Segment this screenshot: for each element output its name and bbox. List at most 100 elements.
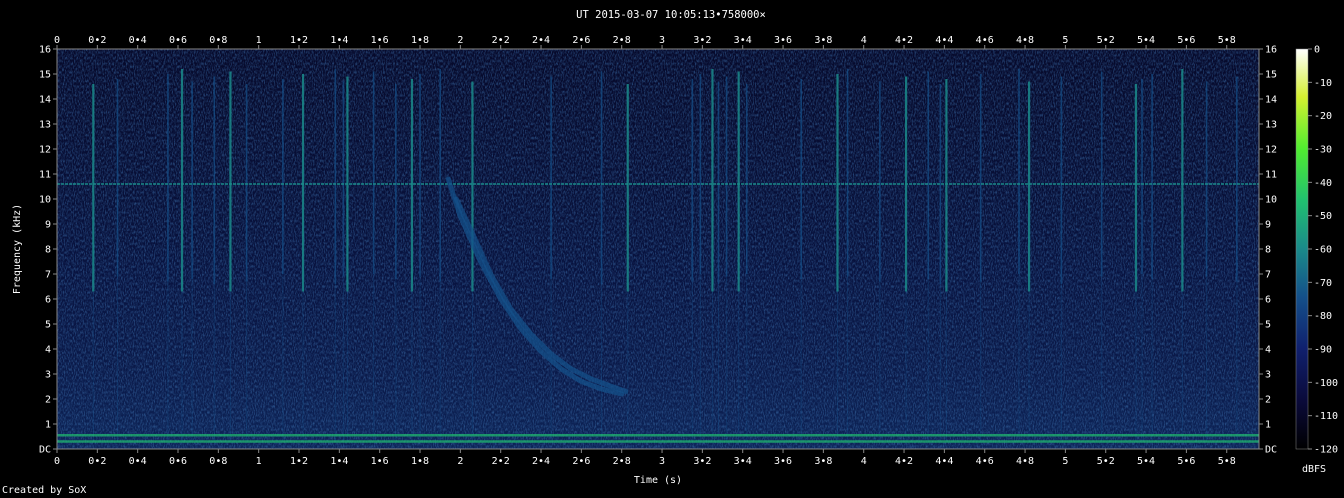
y-tick-label-left: 15 <box>39 70 51 81</box>
x-tick-label-top: 1 <box>256 35 262 46</box>
y-tick-label-right: 15 <box>1265 70 1277 81</box>
y-tick-label-right: 14 <box>1265 95 1277 106</box>
x-tick-label-bottom: 2•4 <box>532 456 550 467</box>
y-tick-label-left: 7 <box>45 270 51 281</box>
y-axis-label: Frequency (kHz) <box>12 204 23 294</box>
colorbar-tick-label: -120 <box>1314 445 1338 456</box>
x-tick-label-top: 3 <box>659 35 665 46</box>
y-tick-label-left: 16 <box>39 45 51 56</box>
x-tick-label-top: 4 <box>861 35 867 46</box>
x-tick-label-top: 2 <box>457 35 463 46</box>
x-tick-label-bottom: 3•6 <box>774 456 792 467</box>
y-tick-label-right: 11 <box>1265 170 1277 181</box>
x-tick-label-bottom: 0•6 <box>169 456 187 467</box>
x-tick-label-bottom: 1•2 <box>290 456 308 467</box>
plot-area <box>57 49 1259 449</box>
x-tick-label-top: 5•8 <box>1218 35 1236 46</box>
x-tick-label-top: 4•6 <box>976 35 994 46</box>
x-tick-label-bottom: 3•2 <box>693 456 711 467</box>
x-tick-label-bottom: 1•8 <box>411 456 429 467</box>
x-tick-label-top: 2•4 <box>532 35 550 46</box>
x-tick-label-top: 3•4 <box>734 35 752 46</box>
y-tick-label-left: 9 <box>45 220 51 231</box>
y-tick-label-left: 3 <box>45 370 51 381</box>
y-tick-label-right: 6 <box>1265 295 1271 306</box>
x-tick-label-top: 4•2 <box>895 35 913 46</box>
x-tick-label-bottom: 2 <box>457 456 463 467</box>
colorbar-tick-label: -50 <box>1314 211 1332 222</box>
x-axis-label: Time (s) <box>634 475 682 486</box>
x-tick-label-top: 3•2 <box>693 35 711 46</box>
x-tick-label-top: 0•4 <box>129 35 147 46</box>
x-tick-label-top: 1•6 <box>371 35 389 46</box>
x-tick-label-bottom: 2•8 <box>613 456 631 467</box>
x-tick-label-bottom: 2•6 <box>572 456 590 467</box>
x-tick-label-bottom: 0•8 <box>209 456 227 467</box>
y-tick-label-right: DC <box>1265 445 1277 456</box>
x-tick-label-bottom: 2•2 <box>492 456 510 467</box>
colorbar-tick-label: -30 <box>1314 145 1332 156</box>
x-tick-label-top: 2•6 <box>572 35 590 46</box>
y-tick-label-right: 2 <box>1265 395 1271 406</box>
x-tick-label-bottom: 1•6 <box>371 456 389 467</box>
y-tick-label-left: 11 <box>39 170 51 181</box>
x-tick-label-top: 5•4 <box>1137 35 1155 46</box>
x-tick-label-top: 0•2 <box>88 35 106 46</box>
colorbar-tick-label: -100 <box>1314 378 1338 389</box>
x-tick-label-bottom: 1 <box>256 456 262 467</box>
x-tick-label-top: 4•4 <box>935 35 953 46</box>
y-tick-label-right: 9 <box>1265 220 1271 231</box>
y-tick-label-left: 13 <box>39 120 51 131</box>
x-tick-label-top: 1•4 <box>330 35 348 46</box>
y-tick-label-left: 6 <box>45 295 51 306</box>
y-tick-label-left: 10 <box>39 195 51 206</box>
noise-texture <box>57 49 1259 449</box>
y-tick-label-left: 2 <box>45 395 51 406</box>
x-tick-label-bottom: 5 <box>1062 456 1068 467</box>
colorbar-label: dBFS <box>1302 464 1326 475</box>
x-tick-label-top: 0 <box>54 35 60 46</box>
y-tick-label-right: 5 <box>1265 320 1271 331</box>
x-tick-label-bottom: 5•4 <box>1137 456 1155 467</box>
x-tick-label-top: 1•8 <box>411 35 429 46</box>
y-tick-label-left: 1 <box>45 420 51 431</box>
y-tick-label-right: 3 <box>1265 370 1271 381</box>
spectrogram-chart: UT 2015-03-07 10:05:13•758000× 0 0 0•2 0•2 0… <box>12 9 1338 486</box>
y-tick-label-right: 16 <box>1265 45 1277 56</box>
colorbar-tick-label: -80 <box>1314 311 1332 322</box>
y-tick-label-right: 12 <box>1265 145 1277 156</box>
colorbar-tick-label: -40 <box>1314 178 1332 189</box>
x-tick-label-bottom: 4•6 <box>976 456 994 467</box>
x-tick-label-bottom: 3 <box>659 456 665 467</box>
colorbar-tick-label: -70 <box>1314 278 1332 289</box>
x-tick-label-bottom: 4•2 <box>895 456 913 467</box>
x-tick-label-bottom: 0•2 <box>88 456 106 467</box>
colorbar-tick-label: -90 <box>1314 345 1332 356</box>
x-tick-label-bottom: 4 <box>861 456 867 467</box>
x-tick-label-top: 1•2 <box>290 35 308 46</box>
y-tick-label-left: 12 <box>39 145 51 156</box>
colorbar-tick-label: -110 <box>1314 411 1338 422</box>
x-tick-label-bottom: 5•2 <box>1097 456 1115 467</box>
y-tick-label-right: 4 <box>1265 345 1271 356</box>
colorbar-tick-label: -20 <box>1314 111 1332 122</box>
y-tick-label-right: 7 <box>1265 270 1271 281</box>
x-tick-label-bottom: 4•8 <box>1016 456 1034 467</box>
colorbar-tick-label: -60 <box>1314 245 1332 256</box>
x-tick-label-top: 0•8 <box>209 35 227 46</box>
x-tick-label-top: 5 <box>1062 35 1068 46</box>
x-tick-label-top: 5•6 <box>1177 35 1195 46</box>
x-tick-label-top: 4•8 <box>1016 35 1034 46</box>
y-tick-label-left: 14 <box>39 95 51 106</box>
y-tick-label-left: 5 <box>45 320 51 331</box>
y-tick-label-right: 8 <box>1265 245 1271 256</box>
x-tick-label-bottom: 0•4 <box>129 456 147 467</box>
x-tick-label-top: 2•2 <box>492 35 510 46</box>
colorbar-tick-label: 0 <box>1314 45 1320 56</box>
x-tick-label-top: 0•6 <box>169 35 187 46</box>
x-tick-label-bottom: 5•6 <box>1177 456 1195 467</box>
colorbar <box>1295 48 1309 450</box>
x-tick-label-bottom: 1•4 <box>330 456 348 467</box>
colorbar-tick-label: -10 <box>1314 78 1332 89</box>
x-tick-label-top: 2•8 <box>613 35 631 46</box>
